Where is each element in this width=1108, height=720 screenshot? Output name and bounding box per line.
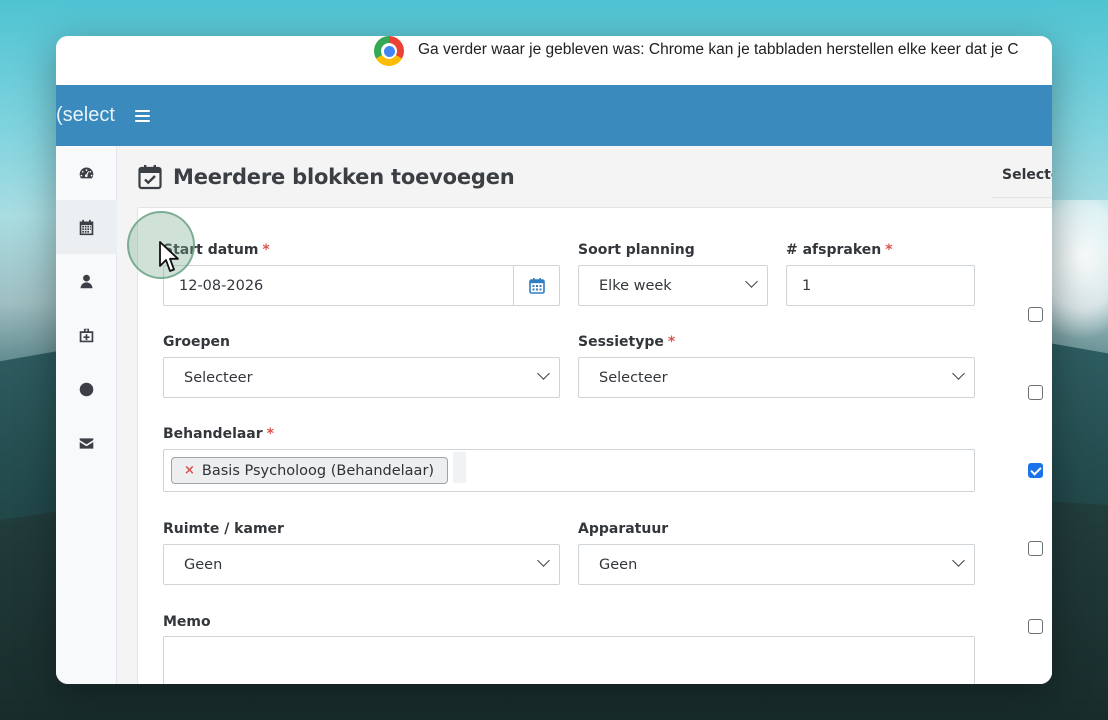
globe-icon [79,382,94,396]
calendar-icon [79,219,94,235]
multiselect-search-input[interactable] [453,452,466,483]
behandelaar-multiselect[interactable]: × Basis Psycholoog (Behandelaar) [163,449,975,492]
behandelaar-tag: × Basis Psycholoog (Behandelaar) [171,457,449,484]
form-card: Start datum * 12-08-2026 Soort planning E… [137,207,1052,684]
apparatuur-value: Geen [599,556,638,573]
start-datum-value: 12-08-2026 [179,277,264,294]
sidebar-item-medical[interactable] [56,308,117,362]
chevron-down-icon [537,367,550,380]
sessietype-select[interactable]: Selecteer [578,357,975,398]
browser-window: Ga verder waar je gebleven was: Chrome k… [56,36,1052,684]
chevron-down-icon [952,367,965,380]
sidebar [56,146,117,684]
calendar-icon [528,278,545,294]
row-checkbox-2[interactable] [1028,385,1043,400]
sidebar-item-mail[interactable] [56,416,117,470]
select-column-header: Selecte [993,154,1052,194]
row-checkbox-4[interactable] [1028,541,1043,556]
sessietype-label: Sessietype * [578,334,676,350]
divider [991,197,1052,198]
ruimte-value: Geen [184,556,223,573]
chevron-down-icon [537,554,550,567]
ruimte-label: Ruimte / kamer [163,521,284,537]
app-topbar: (select [56,85,1052,146]
medical-kit-icon [79,328,94,342]
chevron-down-icon [745,275,758,288]
sidebar-item-dashboard[interactable] [56,146,117,200]
behandelaar-tag-label: Basis Psycholoog (Behandelaar) [201,462,435,479]
main-content: Meerdere blokken toevoegen Start datum * … [117,146,1052,684]
afspraken-input[interactable]: 1 [786,265,975,306]
chrome-logo-icon [374,36,404,66]
mouse-pointer-icon [159,241,179,272]
soort-planning-label: Soort planning [578,242,695,258]
apparatuur-select[interactable]: Geen [578,544,975,585]
behandelaar-label: Behandelaar * [163,426,274,442]
ruimte-select[interactable]: Geen [163,544,560,585]
required-mark: * [667,334,676,350]
sessietype-value: Selecteer [599,369,668,386]
groepen-value: Selecteer [184,369,253,386]
sidebar-item-calendar[interactable] [56,200,117,254]
chrome-restore-notice: Ga verder waar je gebleven was: Chrome k… [56,36,1052,85]
app-brand[interactable]: (select [56,104,115,127]
soort-planning-select[interactable]: Elke week [578,265,768,306]
row-checkbox-1[interactable] [1028,307,1043,322]
page-title: Meerdere blokken toevoegen [173,165,515,189]
chevron-down-icon [952,554,965,567]
afspraken-label: # afspraken * [786,242,893,258]
envelope-icon [79,437,94,449]
groepen-select[interactable]: Selecteer [163,357,560,398]
user-icon [80,274,93,288]
row-checkbox-3[interactable] [1028,463,1043,478]
sidebar-item-user[interactable] [56,254,117,308]
sidebar-item-globe[interactable] [56,362,117,416]
datepicker-button[interactable] [513,266,559,305]
required-mark: * [262,242,270,258]
apparatuur-label: Apparatuur [578,521,669,537]
dashboard-icon [79,167,94,178]
start-datum-input[interactable]: 12-08-2026 [163,265,560,306]
select-column-header-label: Selecte [1002,167,1052,183]
required-mark: * [885,242,893,258]
memo-textarea[interactable] [163,636,975,684]
row-checkbox-5[interactable] [1028,619,1043,634]
remove-tag-icon[interactable]: × [184,463,195,478]
calendar-check-icon [138,165,162,190]
required-mark: * [266,426,274,442]
groepen-label: Groepen [163,334,230,350]
page-header: Meerdere blokken toevoegen [138,164,515,190]
afspraken-value: 1 [802,277,812,294]
hamburger-menu-icon[interactable] [134,109,150,122]
memo-label: Memo [163,614,211,630]
chrome-notice-text: Ga verder waar je gebleven was: Chrome k… [418,41,1019,58]
soort-planning-value: Elke week [599,277,672,294]
